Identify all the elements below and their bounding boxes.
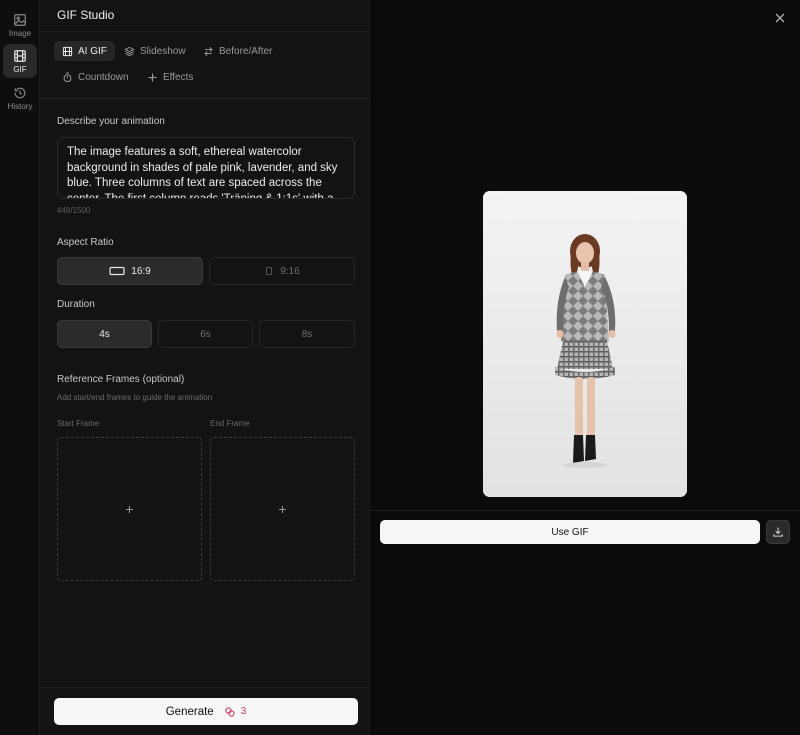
divider [370, 510, 800, 511]
landscape-icon [109, 266, 125, 276]
prompt-label: Describe your animation [57, 116, 165, 127]
close-button[interactable] [772, 10, 788, 26]
duration-4s-button[interactable]: 4s [57, 320, 152, 348]
option-label: 4s [99, 328, 110, 340]
history-icon [14, 87, 26, 98]
rail-item-image[interactable]: Image [3, 8, 37, 42]
tab-slideshow[interactable]: Slideshow [116, 41, 194, 61]
panel-title: GIF Studio [57, 8, 115, 22]
aspect-ratio-label: Aspect Ratio [57, 237, 114, 248]
aspect-16-9-button[interactable]: 16:9 [57, 257, 203, 285]
download-icon [773, 527, 783, 537]
divider [40, 31, 369, 32]
tab-effects[interactable]: Effects [139, 67, 201, 87]
sparkle-icon [148, 72, 157, 82]
generate-label: Generate [165, 705, 214, 718]
film-icon [62, 46, 73, 56]
swap-icon [204, 46, 213, 56]
download-button[interactable] [766, 520, 790, 544]
reference-frames-label: Reference Frames (optional) [57, 374, 185, 385]
option-label: 8s [301, 328, 313, 340]
tab-ai-gif[interactable]: AI GIF [54, 41, 115, 61]
model-figure [483, 191, 687, 497]
char-count: 448/1500 [57, 206, 91, 215]
option-label: 6s [200, 328, 211, 340]
settings-panel: GIF Studio AI GIF Slideshow Before/After… [40, 0, 370, 735]
portrait-icon [266, 267, 273, 275]
film-icon [14, 49, 26, 62]
rail-item-history[interactable]: History [3, 81, 37, 115]
aspect-9-16-button[interactable]: 9:16 [209, 257, 355, 285]
divider [40, 98, 369, 99]
rail-item-label: GIF [13, 64, 27, 74]
tab-label: Effects [163, 71, 194, 83]
end-frame-label: End Frame [210, 419, 250, 428]
rail-item-gif[interactable]: GIF [3, 44, 37, 78]
end-frame-dropzone[interactable]: + [210, 437, 355, 581]
option-label: 9:16 [280, 265, 300, 277]
tab-label: Before/After [219, 45, 273, 57]
use-gif-button[interactable]: Use GIF [380, 520, 760, 544]
tab-label: Countdown [78, 71, 129, 83]
credits-count: 3 [240, 706, 247, 717]
prompt-textarea[interactable]: The image features a soft, ethereal wate… [57, 137, 355, 199]
generate-button[interactable]: Generate 3 [54, 698, 358, 725]
generate-bar: Generate 3 [40, 687, 370, 735]
close-icon [775, 13, 785, 23]
tab-countdown[interactable]: Countdown [54, 67, 137, 87]
duration-label: Duration [57, 299, 95, 310]
image-icon [14, 13, 26, 26]
timer-icon [63, 72, 72, 82]
start-frame-label: Start Frame [57, 419, 100, 428]
rail-item-label: History [7, 101, 33, 111]
credits-badge: 3 [224, 706, 247, 718]
rail-item-label: Image [8, 28, 32, 38]
layers-icon [124, 46, 135, 56]
tab-label: AI GIF [78, 45, 107, 57]
reference-frames-hint: Add start/end frames to guide the animat… [57, 393, 213, 402]
plus-icon: + [125, 501, 134, 517]
gif-preview-image [483, 191, 687, 497]
option-label: 16:9 [131, 265, 151, 277]
plus-icon: + [278, 501, 287, 517]
start-frame-dropzone[interactable]: + [57, 437, 202, 581]
duration-8s-button[interactable]: 8s [259, 320, 355, 348]
left-rail: Image GIF History [0, 0, 40, 735]
preview-area: Use GIF [370, 0, 800, 735]
tab-before-after[interactable]: Before/After [195, 41, 280, 61]
duration-6s-button[interactable]: 6s [158, 320, 253, 348]
tab-label: Slideshow [140, 45, 186, 57]
coins-icon [225, 706, 235, 717]
